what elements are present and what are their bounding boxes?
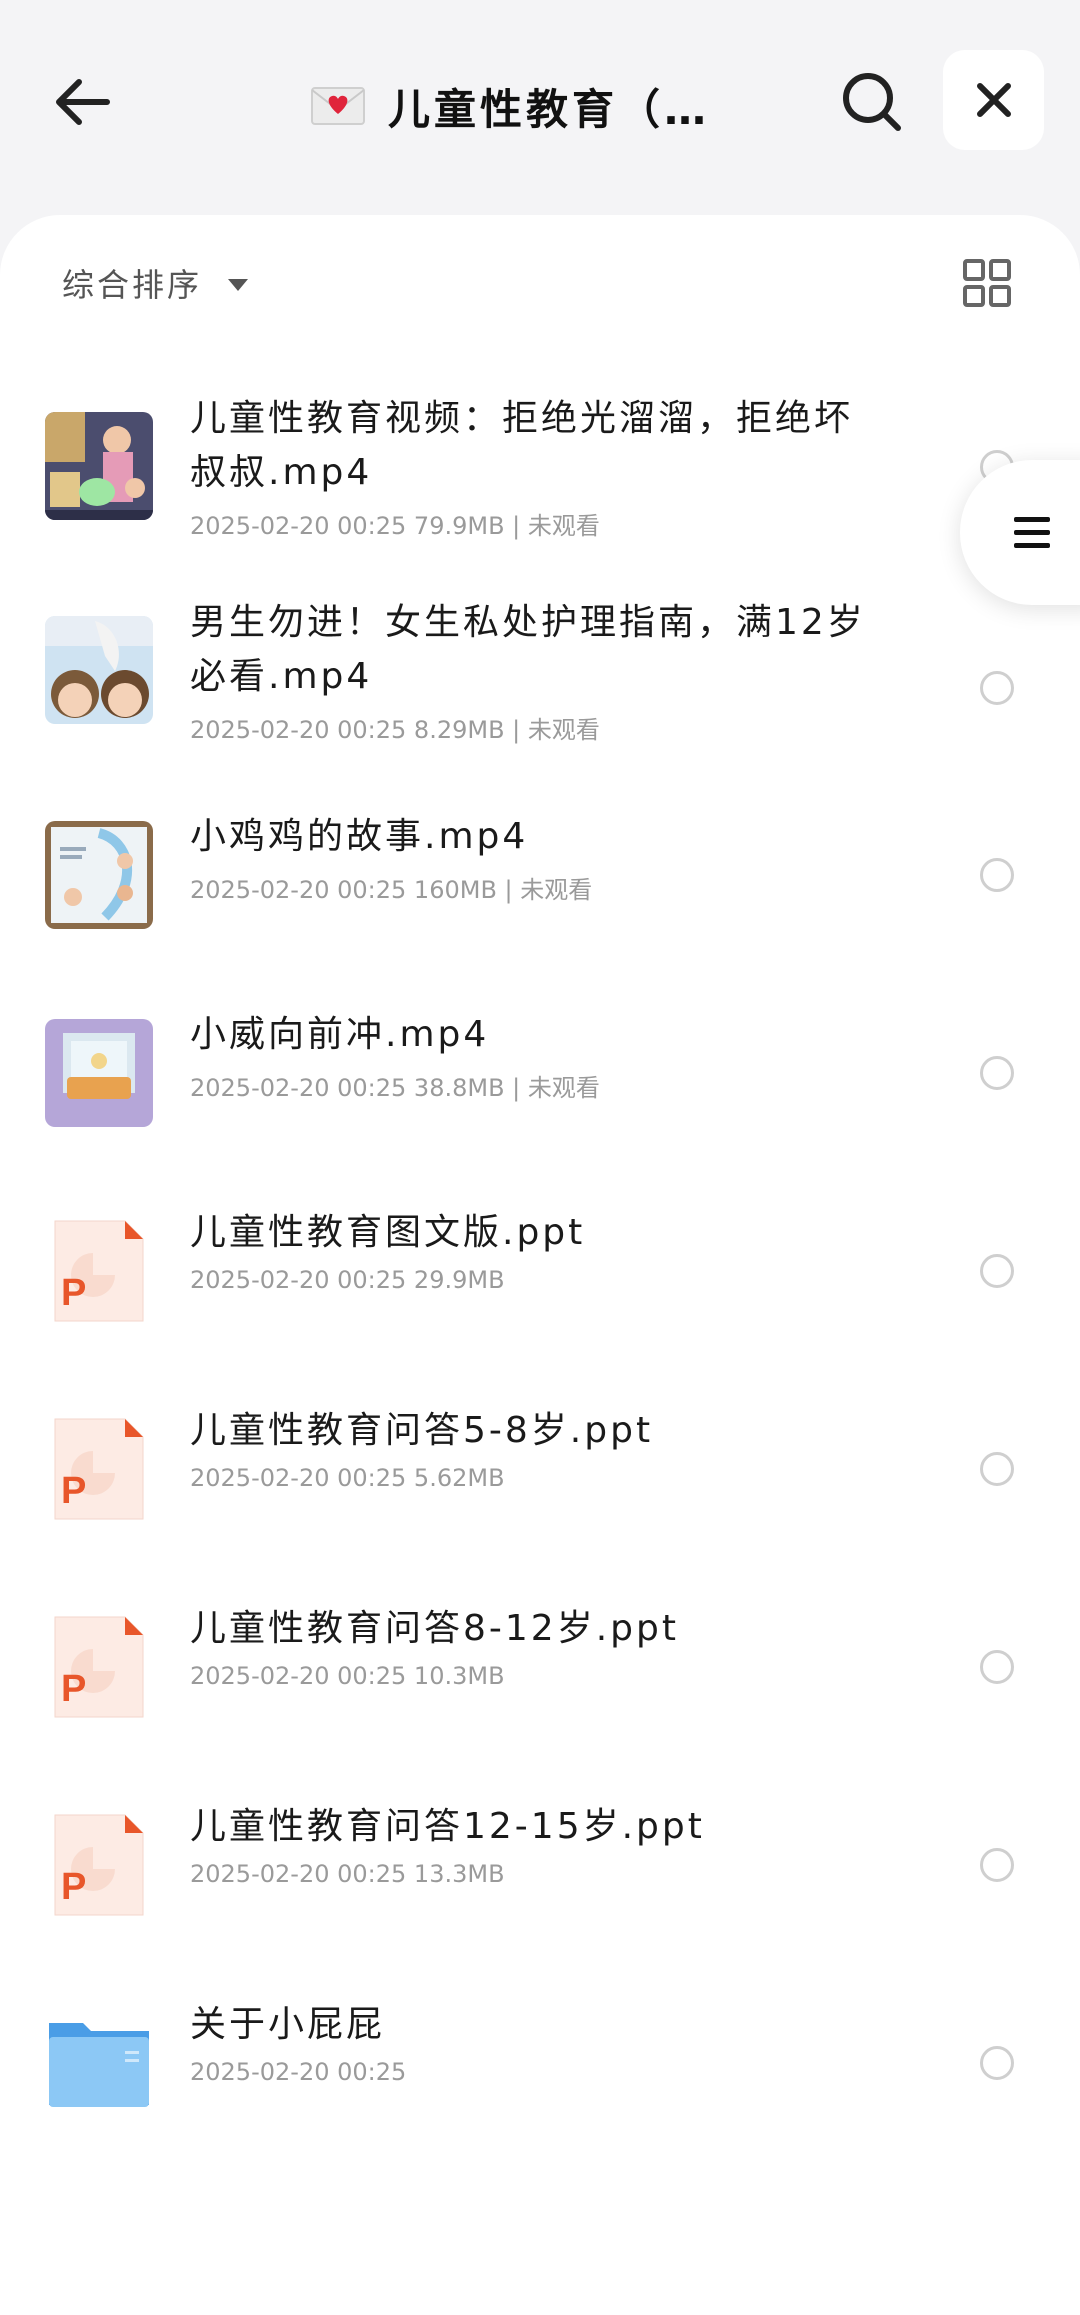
file-name: 儿童性教育问答12-15岁.ppt <box>190 1806 705 1847</box>
list-item[interactable]: 小鸡鸡的故事.mp4 2025-02-20 00:25 160MB | 未观看 <box>0 758 1080 956</box>
folder-icon <box>49 2023 149 2107</box>
file-name: 儿童性教育问答8-12岁.ppt <box>190 1608 679 1649</box>
file-name: 儿童性教育问答5-8岁.ppt <box>190 1410 654 1451</box>
list-item[interactable]: 男生勿进！女生私处护理指南，满12岁必看.mp4 2025-02-20 00:2… <box>0 558 1080 758</box>
app-header: 儿童性教育（… <box>0 0 1080 215</box>
back-button[interactable] <box>38 62 128 142</box>
page-title: 儿童性教育（… <box>388 84 711 134</box>
page-title-group: 儿童性教育（… <box>310 70 760 142</box>
svg-text:P: P <box>61 1668 86 1710</box>
arrow-left-icon <box>56 79 110 125</box>
select-radio[interactable] <box>980 1056 1014 1090</box>
file-list: 儿童性教育视频：拒绝光溜溜，拒绝坏叔叔.mp4 2025-02-20 00:25… <box>0 360 1080 2144</box>
ppt-file-icon: P <box>54 1418 144 1520</box>
file-meta: 2025-02-20 00:25 8.29MB | 未观看 <box>190 716 600 744</box>
video-thumbnail <box>45 1019 153 1127</box>
svg-text:P: P <box>61 1470 86 1512</box>
svg-text:P: P <box>61 1272 86 1314</box>
list-item[interactable]: P 儿童性教育问答12-15岁.ppt 2025-02-20 00:25 13.… <box>0 1748 1080 1946</box>
grid-view-icon[interactable] <box>962 258 1012 308</box>
search-button[interactable] <box>832 62 912 142</box>
select-radio[interactable] <box>980 1650 1014 1684</box>
file-name: 小鸡鸡的故事.mp4 <box>190 816 529 857</box>
list-item[interactable]: P 儿童性教育图文版.ppt 2025-02-20 00:25 29.9MB <box>0 1154 1080 1352</box>
ppt-file-icon: P <box>54 1616 144 1718</box>
file-name: 小威向前冲.mp4 <box>190 1014 490 1055</box>
close-button[interactable] <box>943 50 1044 150</box>
svg-text:P: P <box>61 1866 86 1908</box>
search-icon <box>843 73 901 131</box>
file-name: 儿童性教育视频：拒绝光溜溜，拒绝坏叔叔.mp4 <box>190 398 854 493</box>
list-item[interactable]: P 儿童性教育问答5-8岁.ppt 2025-02-20 00:25 5.62M… <box>0 1352 1080 1550</box>
love-letter-icon <box>311 87 365 125</box>
file-meta: 2025-02-20 00:25 <box>190 2058 407 2086</box>
caret-down-icon <box>228 279 249 291</box>
file-meta: 2025-02-20 00:25 29.9MB <box>190 1266 505 1294</box>
file-meta: 2025-02-20 00:25 13.3MB <box>190 1860 505 1888</box>
select-radio[interactable] <box>980 858 1014 892</box>
video-thumbnail <box>45 821 153 929</box>
sort-dropdown[interactable]: 综合排序 <box>62 258 249 308</box>
folder-name: 关于小屁屁 <box>190 2004 386 2045</box>
sort-label: 综合排序 <box>62 266 203 304</box>
list-item[interactable]: 小威向前冲.mp4 2025-02-20 00:25 38.8MB | 未观看 <box>0 956 1080 1154</box>
file-meta: 2025-02-20 00:25 79.9MB | 未观看 <box>190 512 600 540</box>
select-radio[interactable] <box>980 2046 1014 2080</box>
select-radio[interactable] <box>980 1848 1014 1882</box>
file-name: 男生勿进！女生私处护理指南，满12岁必看.mp4 <box>190 602 866 697</box>
select-radio[interactable] <box>980 1254 1014 1288</box>
close-icon <box>976 83 1011 117</box>
select-radio[interactable] <box>980 1452 1014 1486</box>
ppt-file-icon: P <box>54 1220 144 1322</box>
file-meta: 2025-02-20 00:25 160MB | 未观看 <box>190 876 593 904</box>
menu-icon <box>1014 516 1050 548</box>
file-meta: 2025-02-20 00:25 10.3MB <box>190 1662 505 1690</box>
list-item[interactable]: P 儿童性教育问答8-12岁.ppt 2025-02-20 00:25 10.3… <box>0 1550 1080 1748</box>
file-meta: 2025-02-20 00:25 5.62MB <box>190 1464 505 1492</box>
ppt-file-icon: P <box>54 1814 144 1916</box>
list-item[interactable]: 关于小屁屁 2025-02-20 00:25 <box>0 1946 1080 2144</box>
video-thumbnail <box>45 412 153 520</box>
video-thumbnail <box>45 616 153 724</box>
file-meta: 2025-02-20 00:25 38.8MB | 未观看 <box>190 1074 600 1102</box>
file-name: 儿童性教育图文版.ppt <box>190 1212 586 1253</box>
list-item[interactable]: 儿童性教育视频：拒绝光溜溜，拒绝坏叔叔.mp4 2025-02-20 00:25… <box>0 360 1080 558</box>
select-radio[interactable] <box>980 671 1014 705</box>
